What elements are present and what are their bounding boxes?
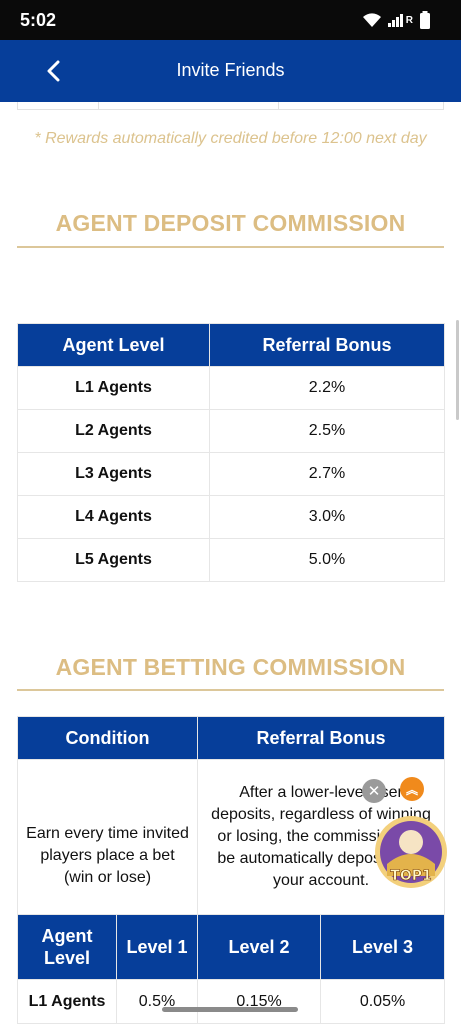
table-divider [278,102,279,110]
battery-icon [420,11,430,29]
column-header: Agent Level [17,323,210,367]
table-row: L5 Agents 5.0% [17,538,445,582]
table-header-row: Agent Level Referral Bonus [17,323,445,367]
rewards-note: * Rewards automatically credited before … [34,130,427,147]
column-header: Referral Bonus [209,323,445,367]
promo-badge-text: TOP1 [390,868,431,884]
agent-level-cell: L1 Agents [17,979,117,1024]
column-header: Condition [16,716,199,760]
table-header-row: Condition Referral Bonus [16,716,446,760]
page-title: Invite Friends [176,60,285,80]
wifi-icon [362,13,381,27]
table-subheader-row: Agent Level Level 1 Level 2 Level 3 [17,914,446,980]
home-indicator[interactable] [162,1007,298,1012]
condition-cell: Earn every time invited players place a … [16,759,199,915]
table-row: L2 Agents 2.5% [17,409,445,453]
status-icons: R [362,11,431,29]
betting-section-title: AGENT BETTING COMMISSION [55,654,406,680]
referral-bonus-cell: 2.7% [209,452,445,496]
table-row: L4 Agents 3.0% [17,495,445,539]
table-row: L1 Agents 2.2% [17,366,445,410]
column-header: Level 3 [320,914,446,980]
column-header: Referral Bonus [197,716,446,760]
agent-level-cell: L2 Agents [17,409,210,453]
network-label: R [405,14,413,26]
section-divider [17,689,444,691]
app-bar: Invite Friends [0,40,461,102]
deposit-commission-table: Agent Level Referral Bonus L1 Agents 2.2… [17,323,445,582]
close-float-button[interactable]: ✕ [362,779,386,803]
scroll-top-button[interactable]: ︽ [400,777,424,801]
referral-bonus-cell: 2.5% [209,409,445,453]
column-header: Agent Level [17,914,117,980]
signal-icon [387,14,403,27]
referral-bonus-cell: 2.2% [209,366,445,410]
section-divider [17,246,444,248]
deposit-section-title: AGENT DEPOSIT COMMISSION [55,210,406,236]
referral-bonus-cell: 3.0% [209,495,445,539]
column-header: Level 1 [115,914,199,980]
level-1-cell: 0.5% [115,979,199,1024]
previous-table-bottom [17,102,444,110]
table-row: L1 Agents 0.5% 0.15% 0.05% [17,979,446,1024]
status-time: 5:02 [20,10,57,30]
agent-level-cell: L5 Agents [17,538,210,582]
table-row: L3 Agents 2.7% [17,452,445,496]
column-header: Level 2 [197,914,322,980]
agent-level-cell: L3 Agents [17,452,210,496]
referral-bonus-cell: 5.0% [209,538,445,582]
table-divider [98,102,99,110]
agent-level-cell: L4 Agents [17,495,210,539]
level-3-cell: 0.05% [320,979,446,1024]
level-2-cell: 0.15% [197,979,322,1024]
status-bar: 5:02 R [0,0,461,40]
scrollbar[interactable] [456,320,459,420]
promo-badge[interactable]: TOP1 [373,814,449,890]
agent-level-cell: L1 Agents [17,366,210,410]
